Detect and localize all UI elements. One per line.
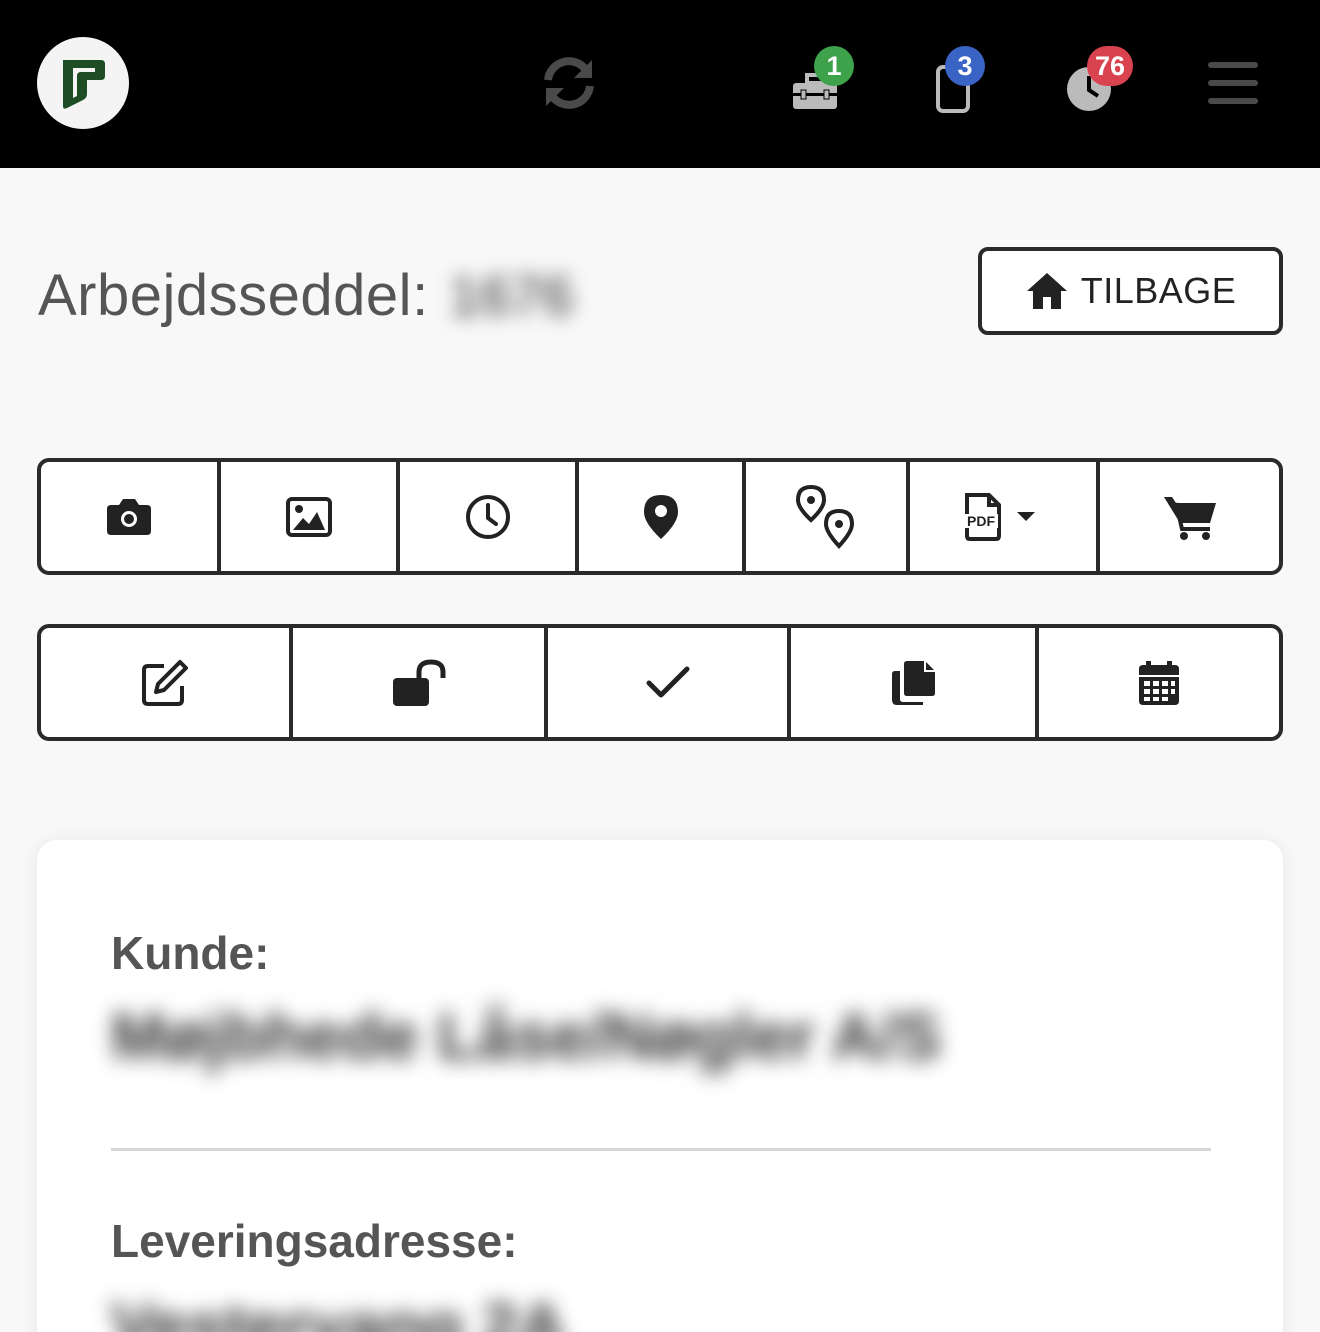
image-icon (285, 496, 332, 537)
customer-label: Kunde: (111, 927, 270, 979)
check-icon (646, 666, 689, 697)
pdf-icon: PDF (964, 492, 1035, 541)
complete-button[interactable] (548, 628, 791, 737)
unlock-button[interactable] (293, 628, 548, 737)
edit-icon (142, 659, 188, 706)
copy-button[interactable] (791, 628, 1039, 737)
camera-button[interactable] (41, 462, 221, 571)
svg-text:PDF: PDF (967, 513, 995, 529)
copy-icon (892, 660, 935, 705)
camera-icon (107, 498, 151, 535)
action-toolbar-2 (37, 624, 1283, 741)
unlock-icon (392, 658, 445, 706)
cart-icon (1163, 496, 1216, 540)
map-marker-icon (643, 494, 678, 539)
page-title: Arbejdsseddel: (38, 263, 429, 328)
route-icon (795, 484, 855, 549)
gallery-button[interactable] (221, 462, 400, 571)
mobile-count-badge: 3 (945, 46, 985, 86)
delivery-address-value: Vestervang 2A (111, 1289, 566, 1332)
customer-value: Møjbhede Låse/Nøgler A/S (111, 999, 942, 1073)
sync-icon[interactable] (538, 52, 600, 114)
top-navbar: 1 3 76 (0, 0, 1320, 168)
divider (111, 1148, 1211, 1151)
brand-logo-icon[interactable] (37, 37, 129, 129)
edit-button[interactable] (41, 628, 293, 737)
delivery-address-label: Leveringsadresse: (111, 1215, 518, 1267)
home-icon (1026, 273, 1067, 309)
back-button-label: TILBAGE (1080, 270, 1237, 311)
pdf-dropdown-button[interactable]: PDF (910, 462, 1100, 571)
clock-count-badge: 76 (1087, 46, 1134, 86)
time-button[interactable] (400, 462, 579, 571)
calendar-button[interactable] (1039, 628, 1279, 737)
clock-outline-icon (465, 494, 510, 539)
calendar-icon (1139, 660, 1179, 705)
hamburger-icon[interactable] (1208, 60, 1258, 106)
work-order-number: 1676 (448, 264, 574, 327)
cart-button[interactable] (1100, 462, 1279, 571)
location-button[interactable] (579, 462, 746, 571)
page-title-wrap: Arbejdsseddel: 1676 (38, 262, 573, 329)
action-toolbar-1: PDF (37, 458, 1283, 575)
route-button[interactable] (746, 462, 910, 571)
toolbox-count-badge: 1 (814, 46, 854, 86)
back-button[interactable]: TILBAGE (978, 247, 1283, 335)
order-details-card: Kunde: Møjbhede Låse/Nøgler A/S Levering… (37, 840, 1283, 1332)
